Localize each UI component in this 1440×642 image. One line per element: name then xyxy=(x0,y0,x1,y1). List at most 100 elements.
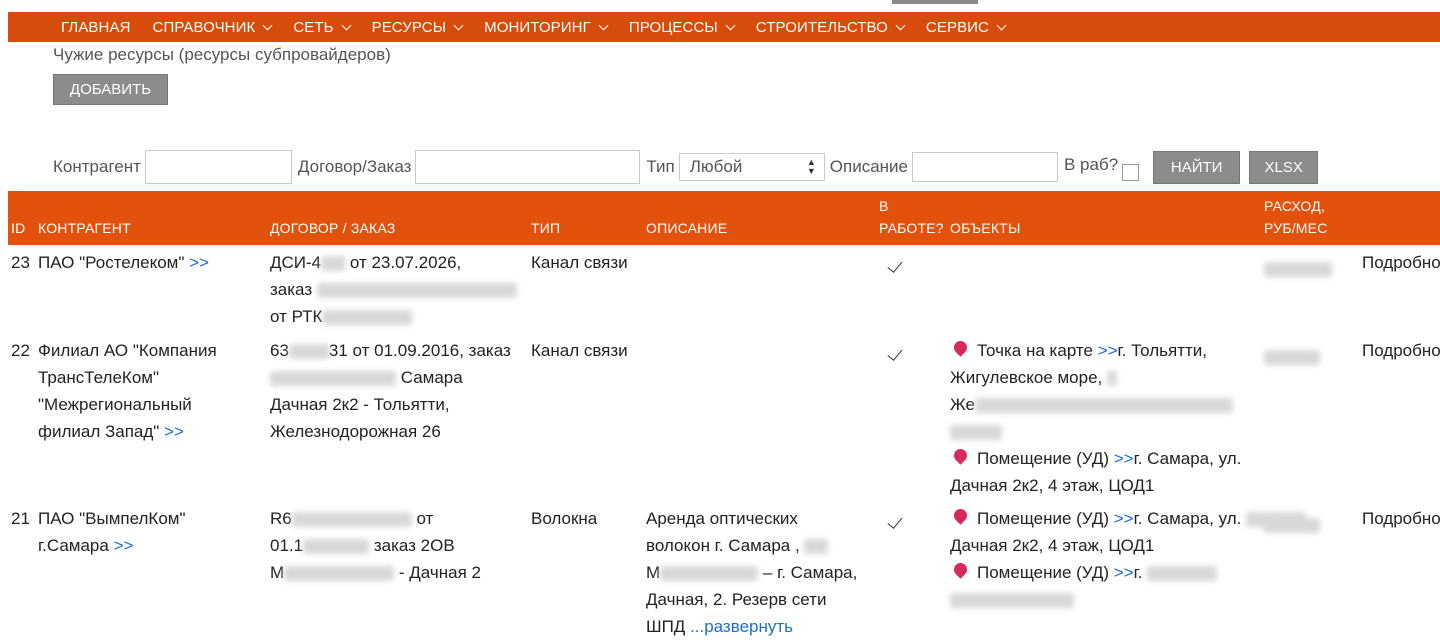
header-id[interactable]: ID xyxy=(11,217,25,239)
contract-filter-label: Договор/Заказ xyxy=(297,157,412,176)
object-label: Помещение (УД) xyxy=(977,449,1109,468)
row-type: Канал связи xyxy=(531,341,628,360)
object-label: Помещение (УД) xyxy=(977,563,1109,582)
contract-text: от 23.07.2026, xyxy=(349,253,462,272)
object-link[interactable]: >> xyxy=(1114,563,1134,582)
object-label: Точка на карте xyxy=(977,341,1093,360)
contract-text: ДСИ-4 xyxy=(270,253,322,272)
contract-text: от РТК xyxy=(270,307,323,326)
contragent-link[interactable]: >> xyxy=(164,422,184,441)
filter-bar: Контрагент Договор/Заказ Тип Любой ▲ ▼ Оп… xyxy=(53,150,1319,184)
redacted-text xyxy=(321,256,346,272)
chevron-down-icon xyxy=(341,20,352,30)
header-cost-line1[interactable]: РАСХОД, xyxy=(1264,195,1325,217)
xlsx-export-button[interactable]: XLSX xyxy=(1249,150,1319,184)
header-contragent[interactable]: КОНТРАГЕНТ xyxy=(38,217,131,239)
description-text: Дачная, 2. Резерв сети xyxy=(646,590,827,609)
row-details-link[interactable]: Подробно xyxy=(1362,249,1440,276)
row-cost xyxy=(1264,511,1320,538)
map-pin-icon xyxy=(951,560,970,579)
top-strip xyxy=(0,0,1440,8)
row-contract: R6 от 01.1 заказ 2ОВ М - Дачная 2 xyxy=(270,505,525,586)
row-description: Аренда оптических волокон г. Самара , М … xyxy=(646,505,876,640)
description-text: – г. Самара, xyxy=(762,563,858,582)
description-text: Аренда оптических xyxy=(646,509,798,528)
header-contract[interactable]: ДОГОВОР / ЗАКАЗ xyxy=(270,217,395,239)
find-button[interactable]: НАЙТИ xyxy=(1153,150,1241,184)
contragent-name: ПАО "Ростелеком" xyxy=(38,253,185,272)
table-header: ID КОНТРАГЕНТ ДОГОВОР / ЗАКАЗ ТИП ОПИСАН… xyxy=(8,191,1440,245)
row-objects: Точка на карте >>г. Тольятти, Жигулевско… xyxy=(950,337,1260,499)
row-contragent: ПАО "Ростелеком" >> xyxy=(38,249,209,276)
nav-item-monitoring[interactable]: МОНИТОРИНГ xyxy=(484,18,609,36)
redacted-text xyxy=(804,539,829,555)
contragent-link[interactable]: >> xyxy=(189,253,209,272)
row-details-link[interactable]: Подробно xyxy=(1362,337,1440,364)
contract-text: Железнодорожная 26 xyxy=(270,422,441,441)
redacted-text xyxy=(1264,262,1332,278)
object-link[interactable]: >> xyxy=(1098,341,1118,360)
type-filter-label: Тип xyxy=(646,157,675,176)
in-work-filter-checkbox[interactable] xyxy=(1122,163,1140,181)
chevron-down-icon xyxy=(262,20,273,30)
object-link[interactable]: >> xyxy=(1114,509,1134,528)
redacted-text xyxy=(974,398,1233,414)
header-in-work-line1[interactable]: В xyxy=(879,195,889,217)
contract-text: заказ 2ОВ xyxy=(373,536,455,555)
header-description[interactable]: ОПИСАНИЕ xyxy=(646,217,727,239)
type-filter-select[interactable]: Любой ▲ ▼ xyxy=(678,153,825,181)
row-in-work xyxy=(881,253,903,280)
expand-link[interactable]: ...развернуть xyxy=(690,617,793,636)
header-cost-line2[interactable]: РУБ/МЕС xyxy=(1264,217,1328,239)
nav-item-construction[interactable]: СТРОИТЕЛЬСТВО xyxy=(756,19,906,36)
row-id: 22 xyxy=(11,341,30,360)
row-cost xyxy=(1264,343,1320,370)
object-address: г. Самара, ул. xyxy=(1133,509,1242,528)
header-type[interactable]: ТИП xyxy=(531,217,560,239)
object-label: Помещение (УД) xyxy=(977,509,1109,528)
chevron-down-icon xyxy=(453,20,464,30)
contragent-name: ТрансТелеКом" xyxy=(38,368,160,387)
nav-item-service[interactable]: СЕРВИС xyxy=(926,19,1007,36)
nav-label: МОНИТОРИНГ xyxy=(484,18,591,36)
contragent-name: Филиал АО "Компания xyxy=(38,341,217,360)
redacted-text xyxy=(950,425,1002,441)
row-id: 23 xyxy=(11,253,30,272)
row-contract: ДСИ-4 от 23.07.2026, заказ от РТК xyxy=(270,249,525,330)
redacted-text xyxy=(1107,371,1118,387)
object-address: г. xyxy=(1133,563,1143,582)
nav-item-home[interactable]: ГЛАВНАЯ xyxy=(61,19,131,36)
description-filter-input[interactable] xyxy=(911,152,1058,182)
row-contract: 63 31 от 01.09.2016, заказ Самара Дачная … xyxy=(270,337,532,445)
nav-item-resources[interactable]: РЕСУРСЫ xyxy=(372,19,464,36)
header-in-work-line2[interactable]: РАБОТЕ? xyxy=(879,217,944,239)
redacted-text xyxy=(291,512,412,528)
map-pin-icon xyxy=(951,338,970,357)
nav-item-reference[interactable]: СПРАВОЧНИК xyxy=(153,19,273,36)
add-button[interactable]: ДОБАВИТЬ xyxy=(53,74,168,105)
chevron-down-icon xyxy=(895,20,906,30)
row-type: Волокна xyxy=(531,509,598,528)
contragent-filter-input[interactable] xyxy=(144,150,292,184)
row-type: Канал связи xyxy=(531,253,628,272)
contract-filter-input[interactable] xyxy=(415,150,641,184)
contragent-link[interactable]: >> xyxy=(114,536,134,555)
redacted-text xyxy=(950,593,1074,609)
object-link[interactable]: >> xyxy=(1114,449,1134,468)
nav-item-network[interactable]: СЕТЬ xyxy=(293,19,352,36)
chevron-down-icon xyxy=(996,20,1007,30)
top-tab-stub xyxy=(892,0,978,4)
chevron-down-icon xyxy=(725,20,736,30)
row-details-link[interactable]: Подробно xyxy=(1362,505,1440,532)
object-address: г. Тольятти, xyxy=(1117,341,1208,360)
nav-item-processes[interactable]: ПРОЦЕССЫ xyxy=(629,19,736,36)
page-title: Чужие ресурсы (ресурсы субпровайдеров) xyxy=(53,45,391,64)
contract-text: М xyxy=(270,563,285,582)
row-cost xyxy=(1264,255,1332,282)
check-icon xyxy=(887,513,903,529)
header-objects[interactable]: ОБЪЕКТЫ xyxy=(950,217,1021,239)
map-pin-icon xyxy=(951,446,970,465)
chevron-down-icon xyxy=(598,20,609,30)
table-row: 22 Филиал АО "Компания ТрансТелеКом" "Ме… xyxy=(8,337,1440,497)
object-address: г. Самара, ул. xyxy=(1133,449,1242,468)
